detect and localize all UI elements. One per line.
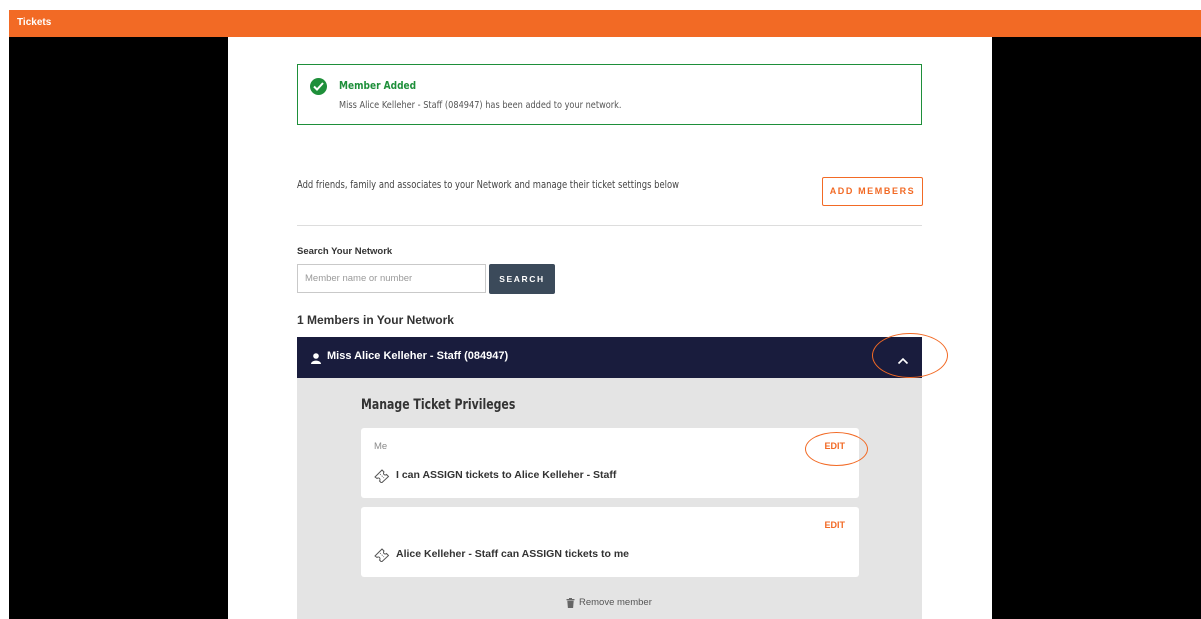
- manage-privileges-title: Manage Ticket Privileges: [361, 397, 516, 413]
- success-alert: Member Added Miss Alice Kelleher - Staff…: [297, 64, 922, 125]
- member-accordion-header[interactable]: Miss Alice Kelleher - Staff (084947): [297, 337, 922, 378]
- check-circle-icon: [310, 78, 327, 95]
- edit-privilege-button[interactable]: EDIT: [824, 520, 845, 530]
- search-input[interactable]: [297, 264, 486, 293]
- privilege-rule-text: I can ASSIGN tickets to Alice Kelleher -…: [396, 469, 617, 481]
- alert-message: Miss Alice Kelleher - Staff (084947) has…: [339, 100, 622, 111]
- left-margin: [9, 37, 228, 619]
- app-title: Tickets: [17, 17, 52, 28]
- trash-icon: [566, 598, 575, 611]
- highlight-circle-chevron: [872, 333, 948, 378]
- ticket-icon: [374, 548, 390, 567]
- remove-member-label: Remove member: [579, 597, 652, 608]
- ticket-icon: [374, 469, 390, 488]
- members-count: 1 Members in Your Network: [297, 313, 454, 327]
- right-margin: [992, 37, 1201, 619]
- network-intro-text: Add friends, family and associates to yo…: [297, 179, 679, 191]
- person-icon: [311, 351, 321, 369]
- divider: [297, 225, 922, 226]
- alert-title: Member Added: [339, 79, 417, 92]
- privilege-card: Me EDIT I can ASSIGN tickets to Alice Ke…: [361, 428, 859, 498]
- add-members-button[interactable]: ADD MEMBERS: [822, 177, 923, 206]
- privilege-rule-text: Alice Kelleher - Staff can ASSIGN ticket…: [396, 548, 630, 560]
- highlight-circle-edit: [805, 432, 868, 466]
- privilege-card: EDIT Alice Kelleher - Staff can ASSIGN t…: [361, 507, 859, 577]
- top-bar: Tickets: [9, 10, 1201, 37]
- search-label: Search Your Network: [297, 246, 393, 257]
- privilege-owner-label: Me: [374, 441, 388, 452]
- search-button[interactable]: SEARCH: [489, 264, 555, 294]
- member-name: Miss Alice Kelleher - Staff (084947): [327, 350, 509, 362]
- member-details-panel: [297, 378, 922, 619]
